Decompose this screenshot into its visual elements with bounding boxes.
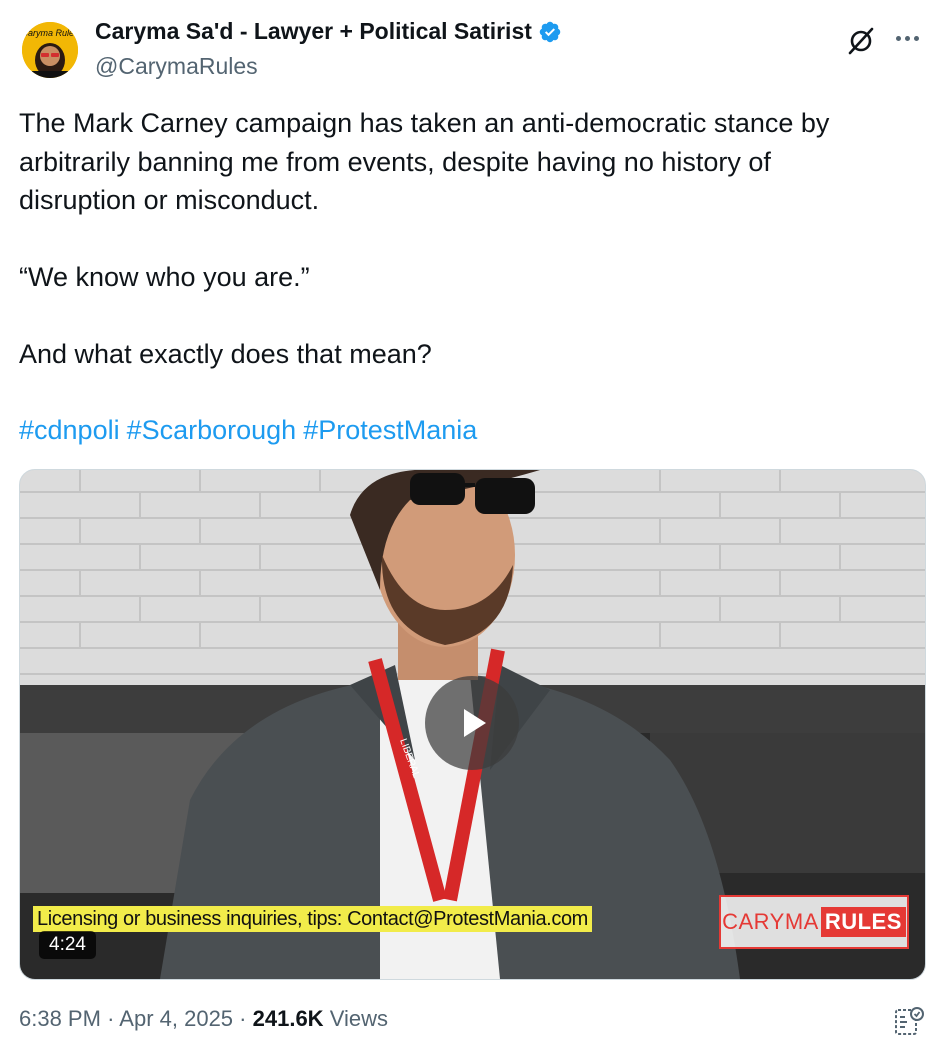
avatar-image: Caryma Rules [22,22,78,78]
verified-badge-icon[interactable] [538,20,562,44]
tweet-meta: 6:38 PM · Apr 4, 2025 · 241.6K Views [19,1006,388,1032]
views-count: 241.6K [252,1006,324,1031]
tweet-date[interactable]: Apr 4, 2025 [119,1006,233,1031]
grok-icon[interactable] [846,26,876,56]
video-watermark: CARYMA RULES [719,895,909,949]
video-caption-overlay: Licensing or business inquiries, tips: C… [33,906,592,932]
avatar-logo-text: Caryma Rules [22,28,78,38]
hashtag-list: #cdnpoli #Scarborough #ProtestMania [19,411,484,450]
analytics-icon[interactable] [893,1005,925,1037]
play-icon [464,709,486,737]
watermark-part-2: RULES [820,907,906,937]
hashtag-link[interactable]: #cdnpoli [19,415,120,445]
watermark-part-1: CARYMA [722,909,819,934]
video-duration-badge: 4:24 [39,931,96,959]
video-player[interactable]: LIBERAL Licensing or business inquiries,… [19,469,926,980]
meta-separator: · [239,1006,247,1031]
author-display-name[interactable]: Caryma Sa'd - Lawyer + Political Satiris… [95,18,532,45]
hashtag-link[interactable]: #ProtestMania [303,415,477,445]
meta-separator: · [107,1006,115,1031]
play-button[interactable] [425,676,519,770]
tweet-text: The Mark Carney campaign has taken an an… [19,108,830,369]
views-label: Views [329,1006,388,1031]
tweet-time[interactable]: 6:38 PM [19,1006,101,1031]
avatar[interactable]: Caryma Rules [22,22,78,78]
author-handle[interactable]: @CarymaRules [95,53,258,80]
author-name-row: Caryma Sa'd - Lawyer + Political Satiris… [95,18,562,45]
hashtag-link[interactable]: #Scarborough [127,415,297,445]
more-options-icon[interactable] [896,36,919,41]
